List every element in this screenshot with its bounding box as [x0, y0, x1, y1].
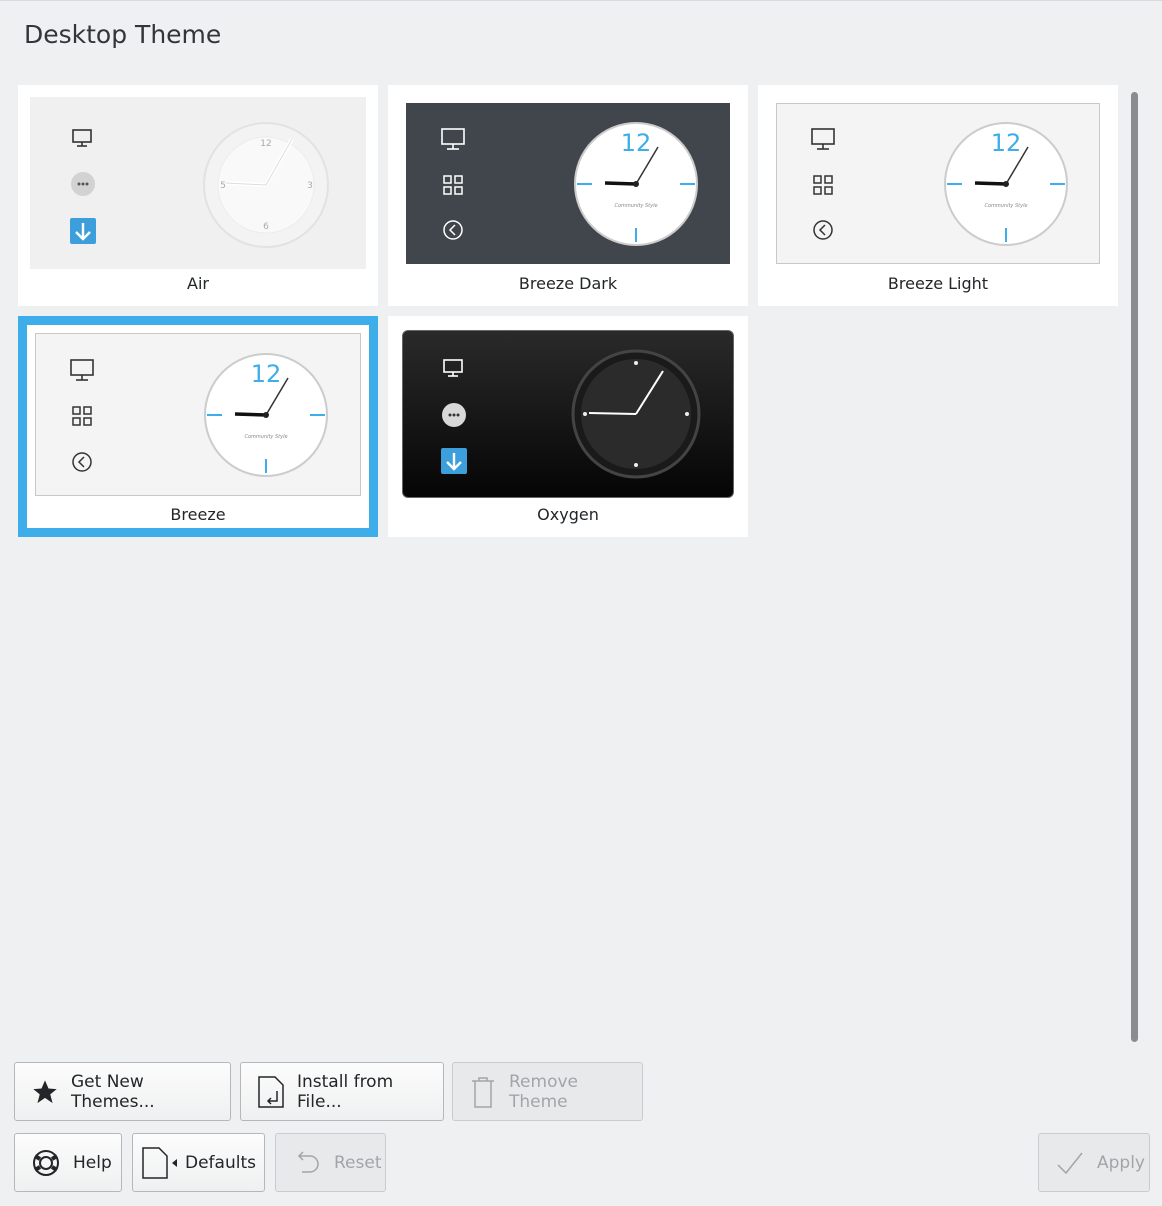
- get-new-themes-button[interactable]: Get New Themes...: [14, 1062, 231, 1121]
- theme-preview-breeze: 12 Community Style: [35, 333, 361, 496]
- monitor-icon: [72, 129, 92, 147]
- theme-grid: 12 3 6 5 Air 12 Community Style Breeze D…: [18, 85, 1120, 545]
- reset-button[interactable]: Reset: [275, 1133, 386, 1192]
- clock-numeral-12: 12: [621, 129, 652, 157]
- theme-card-air[interactable]: 12 3 6 5 Air: [18, 85, 378, 306]
- apply-label: Apply: [1097, 1152, 1145, 1173]
- clock-numeral-12: 12: [991, 129, 1022, 157]
- clock-numeral-3: 3: [307, 181, 313, 191]
- grid-icon: [72, 406, 92, 426]
- document-defaults-icon: [142, 1146, 177, 1179]
- theme-preview-air: 12 3 6 5: [30, 97, 366, 269]
- clock-numeral-6: 6: [263, 222, 269, 232]
- clock-numeral-9: 5: [220, 181, 226, 191]
- grid-icon: [443, 175, 463, 195]
- help-label: Help: [73, 1152, 112, 1173]
- theme-card-breeze-dark[interactable]: 12 Community Style Breeze Dark: [388, 85, 748, 306]
- install-from-file-button[interactable]: Install from File...: [240, 1062, 444, 1121]
- clock-icon: 12 Community Style: [944, 122, 1068, 246]
- grid-icon: [813, 175, 833, 195]
- clock-brand-text: Community Style: [244, 434, 287, 440]
- more-icon: [442, 403, 466, 427]
- theme-name: Breeze Light: [887, 274, 989, 293]
- more-icon: [71, 172, 95, 196]
- get-new-themes-label: Get New Themes...: [71, 1071, 155, 1112]
- theme-card-breeze[interactable]: 12 Community Style Breeze: [18, 316, 378, 537]
- clock-numeral-12: 12: [251, 360, 282, 388]
- clock-icon: 12 Community Style: [574, 122, 698, 246]
- download-icon: [441, 448, 467, 474]
- back-icon: [72, 452, 92, 472]
- back-icon: [443, 220, 463, 240]
- apply-button[interactable]: Apply: [1038, 1133, 1150, 1192]
- clock-brand-text: Community Style: [614, 203, 657, 209]
- theme-preview-breeze-dark: 12 Community Style: [406, 103, 730, 264]
- remove-theme-button[interactable]: Remove Theme: [452, 1062, 643, 1121]
- back-icon: [813, 220, 833, 240]
- monitor-icon: [70, 359, 94, 381]
- theme-card-oxygen[interactable]: Oxygen: [388, 316, 748, 537]
- clock-brand-text: Community Style: [984, 203, 1027, 209]
- reset-label: Reset: [334, 1152, 382, 1173]
- theme-name: Air: [187, 274, 209, 293]
- theme-preview-oxygen: [402, 330, 734, 498]
- undo-icon: [297, 1150, 319, 1173]
- defaults-button[interactable]: Defaults: [132, 1133, 265, 1192]
- help-button[interactable]: Help: [14, 1133, 122, 1192]
- top-divider: [0, 0, 1162, 1]
- download-icon: [70, 218, 96, 244]
- trash-icon: [472, 1076, 494, 1108]
- theme-card-breeze-light[interactable]: 12 Community Style Breeze Light: [758, 85, 1118, 306]
- scrollbar[interactable]: [1131, 92, 1138, 1042]
- clock-numeral-12: 12: [260, 139, 271, 149]
- theme-preview-breeze-light: 12 Community Style: [776, 103, 1100, 264]
- theme-name: Oxygen: [537, 505, 599, 524]
- theme-name: Breeze Dark: [518, 274, 618, 293]
- defaults-label: Defaults: [185, 1152, 256, 1173]
- page-title: Desktop Theme: [24, 20, 222, 49]
- theme-name: Breeze: [170, 505, 226, 524]
- remove-theme-label: Remove Theme: [509, 1071, 578, 1112]
- checkmark-icon: [1057, 1152, 1083, 1174]
- help-lifebuoy-icon: [33, 1149, 59, 1176]
- clock-icon: 12 3 6 5: [203, 122, 329, 248]
- monitor-icon: [441, 128, 465, 150]
- install-file-icon: [258, 1075, 284, 1108]
- clock-icon: [571, 349, 701, 479]
- clock-icon: 12 Community Style: [204, 353, 328, 477]
- monitor-icon: [811, 128, 835, 150]
- star-icon: [33, 1079, 57, 1103]
- monitor-icon: [443, 359, 463, 377]
- install-from-file-label: Install from File...: [297, 1071, 394, 1112]
